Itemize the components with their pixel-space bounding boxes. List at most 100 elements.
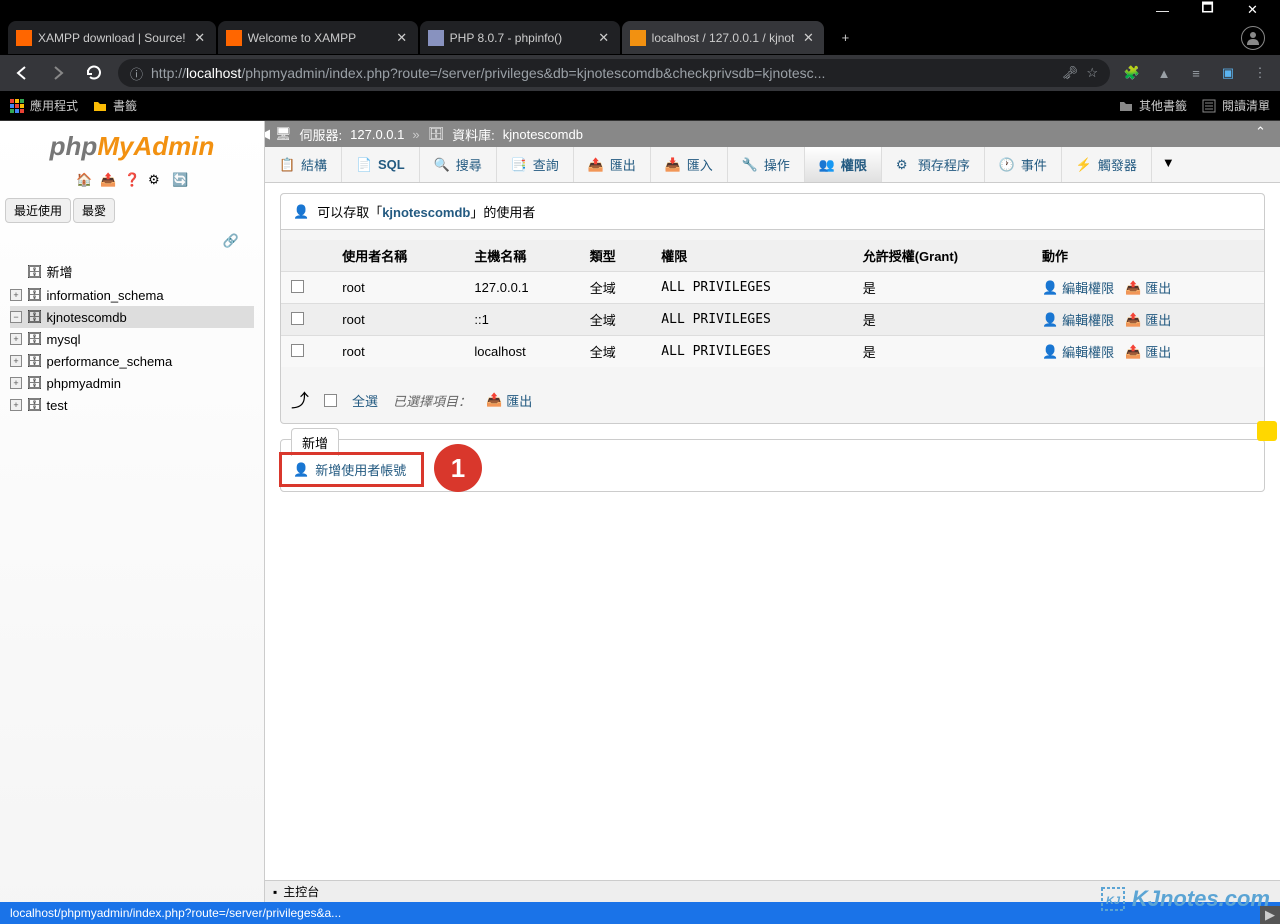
export-link[interactable]: 📤匯出	[1125, 310, 1171, 329]
table-row: root ::1 全域 ALL PRIVILEGES 是 👤編輯權限 📤匯出	[281, 304, 1264, 336]
tree-item-db[interactable]: +🗄mysql	[10, 328, 254, 350]
key-icon[interactable]: 🗝	[1062, 65, 1079, 81]
expand-icon[interactable]: +	[10, 333, 22, 345]
profile-avatar[interactable]	[1241, 26, 1265, 50]
row-checkbox[interactable]	[291, 344, 304, 357]
select-all-checkbox[interactable]	[324, 394, 337, 407]
events-icon: 🕐	[999, 157, 1015, 173]
expand-icon[interactable]: +	[10, 355, 22, 367]
export-link[interactable]: 📤匯出	[1125, 342, 1171, 361]
db-icon: 🗄	[26, 375, 43, 391]
tab-close-icon[interactable]: ✕	[394, 30, 410, 46]
edit-privileges-link[interactable]: 👤編輯權限	[1042, 310, 1114, 329]
extensions-icon[interactable]: 🧩	[1122, 63, 1142, 83]
tab-triggers[interactable]: ⚡觸發器	[1062, 147, 1152, 182]
new-tab-button[interactable]: +	[831, 24, 859, 52]
back-button[interactable]	[10, 61, 34, 85]
collapse-icon[interactable]: −	[10, 311, 22, 323]
browser-tab-1[interactable]: XAMPP download | Source! ✕	[8, 21, 216, 54]
export-link[interactable]: 📤匯出	[1125, 278, 1171, 297]
db-name[interactable]: kjnotescomdb	[503, 127, 583, 142]
footer-export-link[interactable]: 📤匯出	[486, 391, 532, 410]
browser-tab-4[interactable]: localhost / 127.0.0.1 / kjnot ✕	[622, 21, 825, 54]
search-icon: 🔍	[434, 157, 450, 173]
tab-structure[interactable]: 📋結構	[265, 147, 342, 182]
expand-icon[interactable]: +	[10, 289, 22, 301]
tab-close-icon[interactable]: ✕	[596, 30, 612, 46]
bookmarks-folder[interactable]: 書籤	[93, 97, 137, 114]
tab-sql[interactable]: 📄SQL	[342, 147, 420, 182]
scroll-right-icon[interactable]: ▶	[1260, 906, 1280, 924]
col-host[interactable]: 主機名稱	[464, 240, 579, 272]
reading-label: 閱讀清單	[1222, 97, 1270, 114]
tab-query[interactable]: 📑查詢	[497, 147, 574, 182]
other-bookmarks[interactable]: 其他書籤	[1119, 97, 1187, 114]
ext2-icon[interactable]: ≡	[1186, 63, 1206, 83]
top-tabs: 📋結構 📄SQL 🔍搜尋 📑查詢 📤匯出 📥匯入 🔧操作 👥權限 ⚙預存程序 🕐…	[265, 147, 1280, 183]
status-text: localhost/phpmyadmin/index.php?route=/se…	[10, 906, 341, 920]
tab-close-icon[interactable]: ✕	[800, 30, 816, 46]
tree-item-db-selected[interactable]: −🗄kjnotescomdb	[10, 306, 254, 328]
tab-search[interactable]: 🔍搜尋	[420, 147, 497, 182]
window-maximize[interactable]: 🗖	[1185, 0, 1230, 20]
star-icon[interactable]: ☆	[1086, 65, 1098, 81]
tree-item-db[interactable]: +🗄phpmyadmin	[10, 372, 254, 394]
server-name[interactable]: 127.0.0.1	[350, 127, 404, 142]
new-db-link[interactable]: 🗄 新增	[10, 259, 254, 284]
reading-list[interactable]: 閱讀清單	[1202, 97, 1270, 114]
tabs-more[interactable]: ▼	[1152, 147, 1185, 182]
add-user-link[interactable]: 👤 新增使用者帳號	[293, 460, 406, 479]
sidebar-toggle[interactable]: ◀	[265, 124, 273, 144]
logout-icon[interactable]: 📤	[100, 172, 116, 188]
menu-icon[interactable]: ⋮	[1250, 63, 1270, 83]
row-checkbox[interactable]	[291, 312, 304, 325]
docs-icon[interactable]: ❓	[124, 172, 140, 188]
tree-item-db[interactable]: +🗄information_schema	[10, 284, 254, 306]
browser-tab-3[interactable]: PHP 8.0.7 - phpinfo() ✕	[420, 21, 620, 54]
tab-import[interactable]: 📥匯入	[651, 147, 728, 182]
select-all-link[interactable]: 全選	[352, 391, 378, 410]
info-icon[interactable]: ⓘ	[130, 64, 143, 83]
tree-item-db[interactable]: +🗄test	[10, 394, 254, 416]
cell-user: root	[332, 336, 464, 368]
settings-icon[interactable]: ⚙	[148, 172, 164, 188]
recent-tab[interactable]: 最近使用	[5, 198, 71, 223]
favorites-tab[interactable]: 最愛	[73, 198, 115, 223]
col-type[interactable]: 類型	[580, 240, 652, 272]
tab-events[interactable]: 🕐事件	[985, 147, 1062, 182]
tab-export[interactable]: 📤匯出	[574, 147, 651, 182]
window-minimize[interactable]: —	[1140, 0, 1185, 20]
ext1-icon[interactable]: ▲	[1154, 63, 1174, 83]
apps-button[interactable]: 應用程式	[10, 97, 78, 114]
forward-button[interactable]	[46, 61, 70, 85]
new-db-label: 新增	[47, 262, 73, 281]
edit-privileges-link[interactable]: 👤編輯權限	[1042, 342, 1114, 361]
cell-user: root	[332, 272, 464, 304]
fieldset-legend: 👤 可以存取「kjnotescomdb」的使用者	[281, 194, 1264, 230]
pma-logo[interactable]: phpMyAdmin	[0, 121, 264, 167]
window-close[interactable]: ✕	[1230, 0, 1275, 20]
reload-button[interactable]	[82, 61, 106, 85]
browser-tab-2[interactable]: Welcome to XAMPP ✕	[218, 21, 418, 54]
url-input[interactable]: ⓘ http://localhost/phpmyadmin/index.php?…	[118, 59, 1110, 87]
expand-icon[interactable]: +	[10, 399, 22, 411]
reload-icon[interactable]: 🔄	[172, 172, 188, 188]
page-settings-icon[interactable]: ⌃	[1255, 124, 1275, 144]
home-icon[interactable]: 🏠	[76, 172, 92, 188]
cell-type: 全域	[580, 304, 652, 336]
tab-close-icon[interactable]: ✕	[192, 30, 208, 46]
edit-privileges-link[interactable]: 👤編輯權限	[1042, 278, 1114, 297]
col-priv[interactable]: 權限	[651, 240, 852, 272]
db-icon: 🗄	[26, 397, 43, 413]
tab-operations[interactable]: 🔧操作	[728, 147, 805, 182]
sticky-note-icon[interactable]	[1257, 421, 1277, 441]
tab-routines[interactable]: ⚙預存程序	[882, 147, 985, 182]
col-grant[interactable]: 允許授權(Grant)	[853, 240, 1032, 272]
expand-icon[interactable]: +	[10, 377, 22, 389]
col-user[interactable]: 使用者名稱	[332, 240, 464, 272]
tab-privileges[interactable]: 👥權限	[805, 147, 882, 182]
row-checkbox[interactable]	[291, 280, 304, 293]
ext3-icon[interactable]: ▣	[1218, 63, 1238, 83]
tree-item-db[interactable]: +🗄performance_schema	[10, 350, 254, 372]
link-icon[interactable]: 🔗	[223, 233, 239, 248]
